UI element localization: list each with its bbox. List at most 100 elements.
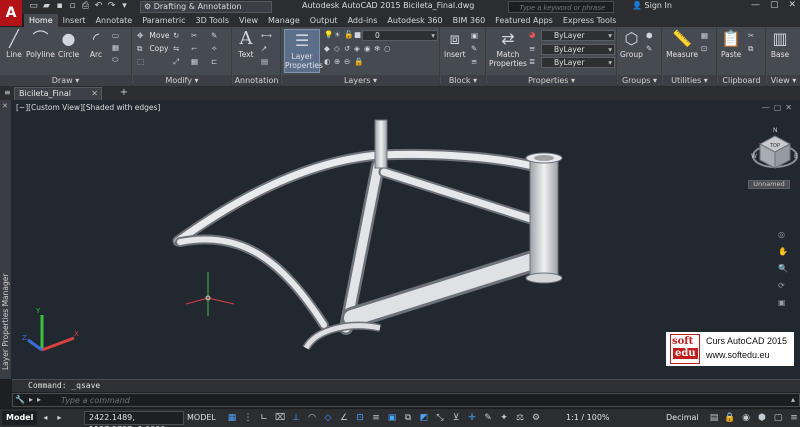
customization-icon[interactable]: ≡	[788, 412, 800, 424]
save-as-icon[interactable]: ▫	[67, 1, 78, 12]
units-selector[interactable]: Decimal	[666, 411, 699, 425]
walk-icon[interactable]: ◐	[324, 57, 334, 67]
lock-layer-icon[interactable]: 🔒	[354, 57, 364, 67]
utilities-panel-label[interactable]: Utilities ▾	[663, 75, 716, 86]
ortho-icon[interactable]: ⊥	[290, 412, 302, 424]
trim-tool[interactable]: ✂	[191, 31, 201, 41]
stretch-tool[interactable]: ⬚	[137, 57, 147, 67]
match-layer-icon[interactable]: ◇	[334, 44, 344, 54]
groups-panel-label[interactable]: Groups ▾	[618, 75, 661, 86]
layer-previous-icon[interactable]: ↺	[344, 44, 354, 54]
tab-manage[interactable]: Manage	[263, 14, 305, 27]
attribute-tool[interactable]: ≡	[471, 57, 481, 67]
copy-clip-tool[interactable]: ⧉	[748, 44, 758, 54]
move-tool[interactable]: ✥ Move	[137, 31, 170, 41]
current-layer-dropdown[interactable]: 0	[362, 30, 438, 41]
layer-properties-palette-strip[interactable]: ✕ Layer Properties Manager	[0, 100, 12, 379]
viewport-minimize-icon[interactable]: —	[762, 103, 770, 112]
modify-panel-label[interactable]: Modify ▾	[133, 75, 231, 86]
tab-insert[interactable]: Insert	[58, 14, 91, 27]
tab-view[interactable]: View	[234, 14, 263, 27]
isodraft-icon[interactable]: ◇	[322, 412, 334, 424]
hardware-acceleration-icon[interactable]: ⬢	[756, 412, 768, 424]
leader-tool[interactable]: ↗	[261, 44, 271, 54]
linetype-icon[interactable]: ≣	[529, 57, 539, 67]
tab-annotate[interactable]: Annotate	[91, 14, 138, 27]
rotate-tool[interactable]: ↻	[173, 31, 183, 41]
undo-icon[interactable]: ↶	[93, 1, 104, 12]
layer-properties-button[interactable]: ☰ Layer Properties	[284, 29, 323, 73]
polar-icon[interactable]: ◠	[306, 412, 318, 424]
search-input[interactable]	[508, 1, 614, 13]
named-view-dropdown[interactable]: Unnamed	[748, 180, 790, 189]
redo-icon[interactable]: ↷	[106, 1, 117, 12]
rectangle-tool[interactable]: ▭	[112, 31, 122, 41]
ellipse-tool[interactable]: ⬭	[112, 55, 122, 65]
quick-select-tool[interactable]: ⊡	[701, 44, 711, 54]
expand-history-icon[interactable]: ▴	[791, 395, 795, 404]
wrench-icon[interactable]: 🔧	[15, 395, 25, 404]
transparency-icon[interactable]: ▣	[386, 412, 398, 424]
group-edit-tool[interactable]: ✎	[646, 44, 656, 54]
minimize-icon[interactable]: —	[751, 0, 760, 10]
group-button[interactable]: ⬡ Group	[620, 29, 643, 59]
table-tool[interactable]: ▤	[261, 57, 271, 67]
merge-icon[interactable]: ⊕	[334, 57, 344, 67]
quick-properties-icon[interactable]: ▤	[708, 412, 720, 424]
tab-autodesk-360[interactable]: Autodesk 360	[382, 14, 447, 27]
dimension-tool[interactable]: ⟷	[261, 31, 272, 41]
open-file-icon[interactable]: ▰	[41, 1, 52, 12]
lineweight-icon[interactable]: ≡	[529, 44, 539, 54]
linetype-dropdown[interactable]: ByLayer	[541, 57, 615, 68]
tab-add-ins[interactable]: Add-ins	[343, 14, 383, 27]
tab-express-tools[interactable]: Express Tools	[558, 14, 622, 27]
annotation-visibility-icon[interactable]: ✎	[482, 412, 494, 424]
file-tabs-menu-icon[interactable]: ≡	[4, 88, 14, 98]
tab-output[interactable]: Output	[305, 14, 343, 27]
viewcube[interactable]: TOP N W E	[750, 122, 800, 182]
application-menu-button[interactable]: A	[0, 0, 22, 26]
document-tab[interactable]: Bicileta_Final ✕	[14, 87, 102, 100]
snap-icon[interactable]: ⋮	[242, 412, 254, 424]
draw-panel-label[interactable]: Draw ▾	[0, 75, 131, 86]
drawing-viewport[interactable]: Y X Z [−][Custom View][Shaded with edges…	[12, 100, 800, 379]
coordinates-display[interactable]: 2422.1489, 1127.2727, 0.0000	[84, 411, 184, 427]
workspace-switch-icon[interactable]: ⚙	[530, 412, 542, 424]
gizmo-icon[interactable]: ✛	[466, 412, 478, 424]
zoom-icon[interactable]: 🔍	[778, 264, 788, 273]
close-palette-icon[interactable]: ✕	[2, 102, 8, 110]
lineweight-toggle-icon[interactable]: ≡	[370, 412, 382, 424]
tab-model[interactable]: Model	[2, 411, 38, 425]
unisolate-icon[interactable]: ◉	[364, 44, 374, 54]
circle-tool[interactable]: ● Circle	[58, 29, 79, 59]
tab-bim-360[interactable]: BIM 360	[448, 14, 491, 27]
id-point-tool[interactable]: ▦	[701, 31, 711, 41]
match-properties-button[interactable]: ⇄ Match Properties	[489, 29, 527, 68]
measure-button[interactable]: 📏 Measure	[665, 29, 699, 59]
arc-tool[interactable]: ◜ Arc	[86, 29, 106, 59]
isolate-objects-icon[interactable]: ◉	[740, 412, 752, 424]
workspace-selector[interactable]: ⚙ Drafting & Annotation	[140, 1, 272, 13]
grid-icon[interactable]: ▦	[226, 412, 238, 424]
hatch-tool[interactable]: ▦	[112, 43, 122, 53]
tab-featured-apps[interactable]: Featured Apps	[490, 14, 558, 27]
make-current-icon[interactable]: ◆	[324, 44, 334, 54]
color-dropdown[interactable]: ByLayer	[541, 30, 615, 41]
text-tool[interactable]: A Text	[236, 29, 256, 60]
viewport-close-icon[interactable]: ✕	[785, 103, 792, 112]
view-panel-label[interactable]: View ▾	[767, 75, 800, 86]
paste-button[interactable]: 📋 Paste	[721, 29, 741, 59]
new-tab-icon[interactable]: +	[118, 87, 130, 99]
create-block-tool[interactable]: ▣	[471, 31, 481, 41]
command-input[interactable]	[61, 395, 561, 406]
selection-cycling-icon[interactable]: ⧉	[402, 412, 414, 424]
object-snap-icon[interactable]: ⊡	[354, 412, 366, 424]
offset-tool[interactable]: ⊏	[211, 57, 221, 67]
layers-panel-label[interactable]: Layers ▾	[282, 75, 439, 86]
tab-3d-tools[interactable]: 3D Tools	[191, 14, 235, 27]
explode-tool[interactable]: ✧	[211, 44, 221, 54]
layout-nav-prev-icon[interactable]: ◂	[39, 411, 51, 425]
annotation-scale-icon[interactable]: ⚖	[514, 412, 526, 424]
off-icon[interactable]: ○	[384, 44, 394, 54]
lightbulb-icon[interactable]: 💡	[324, 30, 334, 40]
